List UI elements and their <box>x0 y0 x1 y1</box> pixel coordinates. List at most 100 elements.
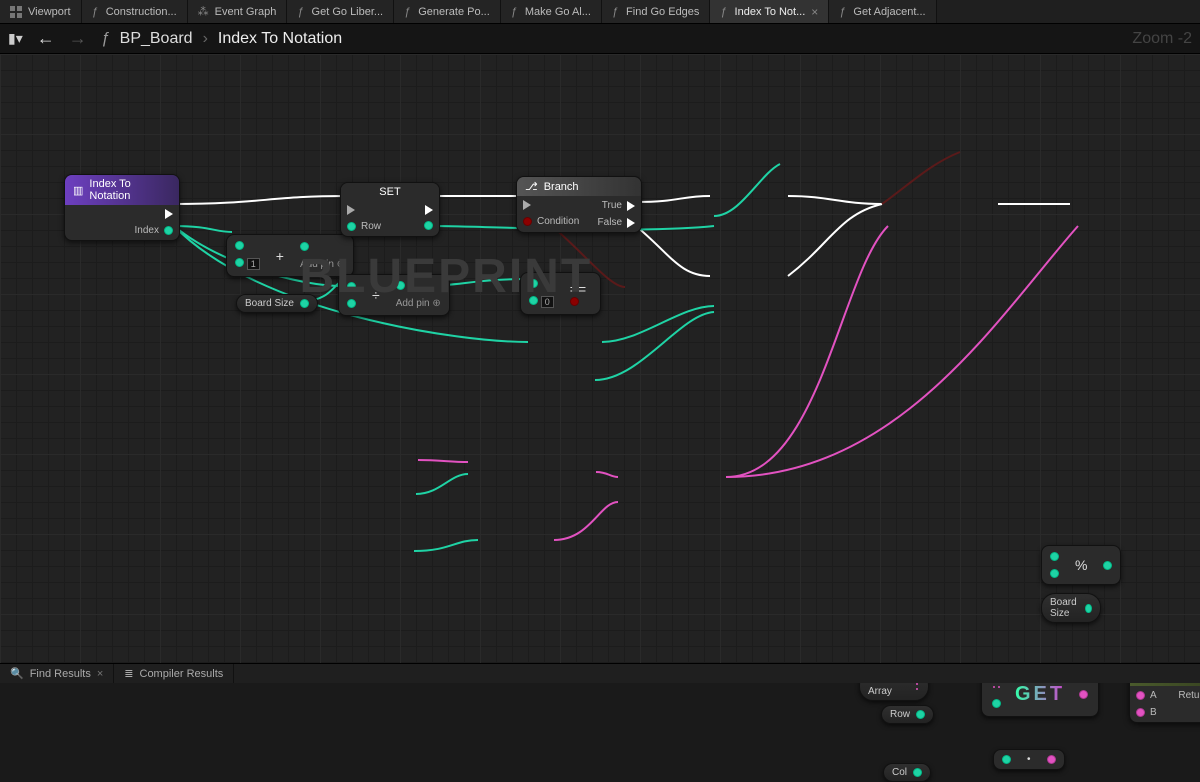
node-to-string[interactable]: • <box>993 749 1065 770</box>
tab-make-go-al[interactable]: Make Go Al... <box>501 0 602 23</box>
node-title: ▥ Index To Notation <box>65 175 179 205</box>
zoom-indicator: Zoom -2 <box>1132 30 1192 48</box>
node-add-op[interactable]: 1 + Add pin <box>226 234 354 277</box>
add-pin-button[interactable]: Add pin <box>396 298 441 309</box>
pin-a[interactable]: A <box>1136 690 1157 701</box>
tab-event-graph[interactable]: ⁂ Event Graph <box>188 0 288 23</box>
tab-get-go-liber[interactable]: Get Go Liber... <box>287 0 394 23</box>
breadcrumb-function[interactable]: Index To Notation <box>218 30 342 48</box>
equals-icon: == <box>564 281 592 306</box>
tab-label: Event Graph <box>215 6 277 18</box>
pin-index-out[interactable]: Index <box>135 225 173 236</box>
search-icon: 🔍 <box>10 667 24 680</box>
pin-condition[interactable]: Condition <box>523 216 579 227</box>
tab-label: Viewport <box>28 6 71 18</box>
tab-label: Index To Not... <box>735 6 806 18</box>
tab-compiler-results[interactable]: ≣ Compiler Results <box>114 664 234 683</box>
var-board-size[interactable]: Board Size <box>236 294 318 313</box>
exec-out-pin[interactable] <box>425 205 433 215</box>
pin-out[interactable] <box>1103 561 1112 570</box>
pin-in-b[interactable] <box>1050 569 1059 578</box>
tab-find-go-edges[interactable]: Find Go Edges <box>602 0 711 23</box>
plus-icon: + <box>270 248 290 264</box>
function-icon <box>839 6 847 18</box>
pin-in-a[interactable] <box>347 282 356 291</box>
graph-canvas[interactable]: ▥ Index To Notation Index 1 + Add pin <box>0 54 1200 683</box>
exec-false-pin[interactable]: False <box>598 217 635 228</box>
var-row[interactable]: Row <box>881 705 934 724</box>
pin-in-b[interactable] <box>347 299 356 308</box>
function-entry-icon: ▥ <box>73 184 83 197</box>
pin-out[interactable] <box>913 768 922 777</box>
pin-return-value[interactable]: Return Value <box>1178 690 1200 701</box>
node-function-entry[interactable]: ▥ Index To Notation Index <box>64 174 180 241</box>
node-set-row[interactable]: SET Row <box>340 182 440 237</box>
list-icon: ≣ <box>124 667 133 680</box>
tab-construction[interactable]: Construction... <box>82 0 188 23</box>
exec-in-pin[interactable] <box>347 205 381 215</box>
tab-label: Get Go Liber... <box>312 6 384 18</box>
breadcrumb: ƒ BP_Board › Index To Notation <box>101 30 342 48</box>
function-icon <box>297 6 305 18</box>
pin-index-in[interactable] <box>992 699 1001 708</box>
pin-b[interactable]: B <box>1136 707 1157 718</box>
function-icon: ƒ <box>101 30 110 48</box>
pin-in-a[interactable] <box>529 279 538 288</box>
toggle-panel-icon[interactable]: ▮▾ <box>8 30 23 47</box>
pin-out[interactable] <box>300 299 309 308</box>
pin-in-const[interactable]: 0 <box>529 296 554 308</box>
exec-out-pin[interactable] <box>165 209 173 219</box>
pin-out[interactable] <box>1085 604 1091 613</box>
bottom-tab-bar: 🔍 Find Results × ≣ Compiler Results <box>0 663 1200 683</box>
pin-out[interactable] <box>1047 755 1056 764</box>
exec-true-pin[interactable]: True <box>602 200 635 211</box>
pin-out[interactable] <box>396 281 405 290</box>
breadcrumb-blueprint[interactable]: BP_Board <box>120 30 193 48</box>
tab-index-to-notation[interactable]: Index To Not... × <box>710 0 829 23</box>
tab-label: Make Go Al... <box>525 6 591 18</box>
close-icon[interactable]: × <box>811 5 818 19</box>
node-modulo-op[interactable]: % <box>1041 545 1121 585</box>
tab-label: Construction... <box>106 6 177 18</box>
percent-icon: % <box>1069 557 1093 573</box>
graph-toolbar: ▮▾ ← → ƒ BP_Board › Index To Notation Zo… <box>0 24 1200 54</box>
var-board-size-b[interactable]: Board Size <box>1041 593 1101 623</box>
tab-label: Find Go Edges <box>626 6 699 18</box>
pin-out[interactable] <box>916 710 925 719</box>
node-divide-op[interactable]: ÷ Add pin <box>338 274 450 316</box>
get-label: GET <box>1015 683 1065 706</box>
tab-generate-po[interactable]: Generate Po... <box>394 0 501 23</box>
tab-get-adjacent[interactable]: Get Adjacent... <box>829 0 936 23</box>
function-icon <box>92 6 100 18</box>
chevron-right-icon: › <box>203 30 208 48</box>
add-pin-button[interactable]: Add pin <box>300 259 345 270</box>
tab-viewport[interactable]: Viewport <box>0 0 82 23</box>
wires-layer <box>0 54 1200 683</box>
node-title: ⎇ Branch <box>517 177 641 196</box>
pin-in[interactable] <box>1002 755 1011 764</box>
pin-in[interactable] <box>235 241 244 250</box>
function-icon <box>511 6 519 18</box>
nav-forward-button[interactable]: → <box>69 28 87 49</box>
function-icon <box>404 6 412 18</box>
pin-out-bool[interactable] <box>570 297 579 306</box>
pin-row-out[interactable] <box>424 221 433 230</box>
pin-out[interactable] <box>300 242 309 251</box>
var-col[interactable]: Col <box>883 763 931 782</box>
nav-back-button[interactable]: ← <box>37 28 55 49</box>
top-tab-bar: Viewport Construction... ⁂ Event Graph G… <box>0 0 1200 24</box>
tab-find-results[interactable]: 🔍 Find Results × <box>0 664 114 683</box>
divide-icon: ÷ <box>366 287 386 303</box>
pin-in-const[interactable]: 1 <box>235 258 260 270</box>
pin-in-a[interactable] <box>1050 552 1059 561</box>
pin-value-out[interactable] <box>1079 690 1088 699</box>
close-icon[interactable]: × <box>97 668 103 680</box>
exec-in-pin[interactable] <box>523 200 579 210</box>
grid-icon <box>10 6 22 18</box>
branch-icon: ⎇ <box>525 180 538 193</box>
function-icon <box>612 6 620 18</box>
node-branch[interactable]: ⎇ Branch Condition True False <box>516 176 642 233</box>
pin-row-in[interactable]: Row <box>347 221 381 232</box>
dot-icon: • <box>1021 754 1037 765</box>
node-equals-op[interactable]: 0 == % Board Size Board Size SET <box>520 272 601 315</box>
